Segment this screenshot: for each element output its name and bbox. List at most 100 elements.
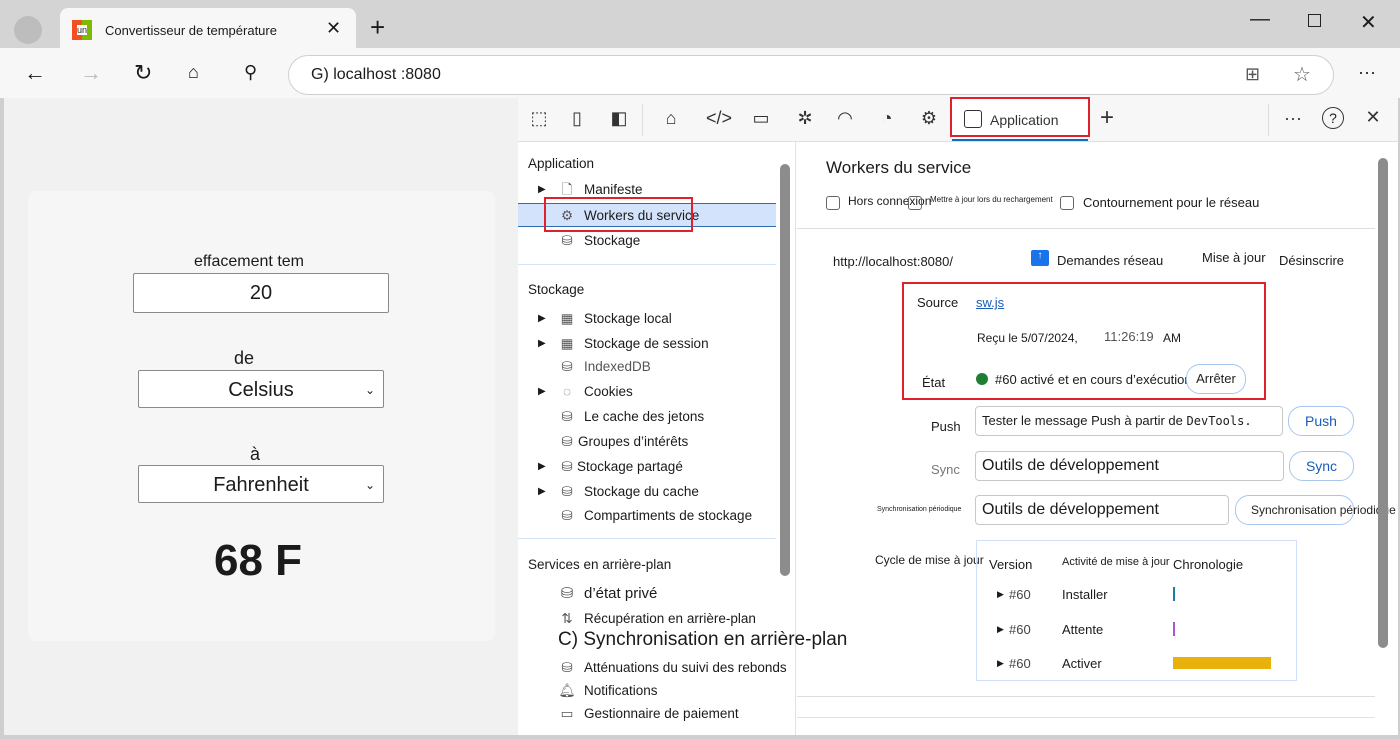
from-label: de xyxy=(234,348,255,368)
expand-icon[interactable]: ▶ xyxy=(538,307,546,331)
expand-icon[interactable]: ▶ xyxy=(538,380,546,404)
sidebar-heading-application: Application xyxy=(528,156,595,171)
favorite-star-icon[interactable]: ☆ xyxy=(1293,62,1311,87)
highlight-box xyxy=(950,97,1090,137)
from-value: Celsius xyxy=(228,379,294,401)
more-options-icon[interactable]: ··· xyxy=(1278,108,1308,129)
home-icon[interactable]: ⌂ xyxy=(188,62,199,83)
sync-button[interactable]: Sync xyxy=(1289,451,1354,481)
sources-bug-icon[interactable]: ✲ xyxy=(790,108,820,129)
search-icon[interactable]: ⚲ xyxy=(244,62,257,83)
split-screen-icon[interactable]: ⊞ xyxy=(1245,64,1260,85)
sidebar-heading-storage: Stockage xyxy=(528,282,585,297)
sidebar-item-private-state[interactable]: ⛁ d’état privé xyxy=(518,582,776,606)
expand-icon[interactable]: ▶ xyxy=(997,658,1004,669)
origin-url: http://localhost:8080/ xyxy=(833,254,953,269)
favicon: un xyxy=(72,20,92,40)
sidebar-scrollbar[interactable] xyxy=(780,164,790,576)
console-icon[interactable]: ▭ xyxy=(746,108,776,129)
table-row[interactable]: ▶ #60 Installer xyxy=(977,587,1296,609)
database-icon: ⛁ xyxy=(561,409,573,424)
col-timeline: Chronologie xyxy=(1173,557,1244,572)
row-version: #60 xyxy=(1009,587,1031,602)
bypass-network-checkbox[interactable] xyxy=(1060,196,1074,210)
elements-icon[interactable]: </> xyxy=(704,108,734,129)
sidebar-item-cookies[interactable]: ▶ ◌ Cookies xyxy=(518,380,776,404)
close-window-icon[interactable]: ✕ xyxy=(1360,10,1377,35)
welcome-home-icon[interactable]: ⌂ xyxy=(656,108,686,129)
close-tab-icon[interactable]: ✕ xyxy=(326,18,341,39)
close-devtools-icon[interactable]: ✕ xyxy=(1358,107,1388,128)
sidebar-item-notifications[interactable]: 🔔︎ Notifications xyxy=(518,679,776,703)
minimize-icon[interactable]: — xyxy=(1250,8,1270,31)
sidebar-item-label: Le cache des jetons xyxy=(584,409,705,424)
more-menu-icon[interactable]: ··· xyxy=(1358,62,1376,83)
sidebar-item-session-storage[interactable]: ▶ ▦ Stockage de session xyxy=(518,332,776,356)
sidebar-item-token-cache[interactable]: ⛁ Le cache des jetons xyxy=(518,405,776,429)
forward-icon[interactable]: → xyxy=(80,60,102,86)
received-time: 11:26:19 xyxy=(1104,329,1154,344)
sidebar-item-label: Stockage local xyxy=(584,311,672,326)
memory-chip-icon[interactable]: ⚙ xyxy=(914,108,944,129)
divider xyxy=(1268,104,1269,136)
database-icon: ⛁ xyxy=(561,359,573,374)
expand-icon[interactable]: ▶ xyxy=(538,480,546,504)
sidebar-item-indexeddb[interactable]: ⛁ IndexedDB xyxy=(518,355,776,379)
periodic-sync-input[interactable]: Outils de développement xyxy=(975,495,1229,525)
temperature-input[interactable]: 20 xyxy=(133,273,389,313)
sidebar-item-payment-handler[interactable]: ▭ Gestionnaire de paiement xyxy=(518,702,776,726)
push-label: Push xyxy=(931,419,961,434)
stop-button[interactable]: Arrêter xyxy=(1186,364,1246,394)
periodic-sync-button[interactable]: Synchronisation périodique xyxy=(1235,495,1396,525)
timeline-bar xyxy=(1173,657,1271,669)
sidebar-item-cache-storage[interactable]: ▶ ⛁ Stockage du cache xyxy=(518,480,776,504)
pane-scrollbar[interactable] xyxy=(1378,158,1388,648)
row-version: #60 xyxy=(1009,656,1031,671)
add-tab-icon[interactable]: + xyxy=(1092,104,1122,132)
offline-checkbox[interactable] xyxy=(826,196,840,210)
unregister-link[interactable]: Désinscrire xyxy=(1279,253,1344,268)
maximize-icon[interactable] xyxy=(1308,14,1321,27)
push-button[interactable]: Push xyxy=(1288,406,1354,436)
address-bar[interactable]: G) localhost :8080 ⊞ ☆ xyxy=(288,55,1334,95)
expand-icon[interactable]: ▶ xyxy=(997,589,1004,600)
source-link[interactable]: sw.js xyxy=(976,295,1004,310)
device-emulation-icon[interactable]: ▯ xyxy=(562,108,592,129)
card-icon: ▭ xyxy=(560,706,574,721)
sidebar-item-storage[interactable]: ⛁ Stockage xyxy=(518,229,776,253)
back-icon[interactable]: ← xyxy=(24,60,46,86)
push-input[interactable]: Tester le message Push à partir de DevTo… xyxy=(975,406,1283,436)
sidebar-item-label: Stockage xyxy=(584,233,641,248)
profile-avatar[interactable] xyxy=(14,16,42,44)
help-icon[interactable]: ? xyxy=(1322,107,1344,129)
from-select[interactable]: Celsius ⌄ xyxy=(138,370,384,408)
sidebar-item-bounce-tracking[interactable]: ⛁ Atténuations du suivi des rebonds xyxy=(518,656,786,680)
refresh-icon[interactable]: ↻ xyxy=(134,60,152,86)
network-requests-link[interactable]: Demandes réseau xyxy=(1057,253,1163,268)
update-link[interactable]: Mise à jour xyxy=(1202,250,1266,265)
performance-icon[interactable]: ◔ xyxy=(872,108,902,129)
table-row[interactable]: ▶ #60 Attente xyxy=(977,622,1296,644)
expand-icon[interactable]: ▶ xyxy=(538,455,546,479)
update-on-reload-checkbox[interactable] xyxy=(908,196,922,210)
expand-icon[interactable]: ▶ xyxy=(997,624,1004,635)
dock-icon[interactable]: ◧ xyxy=(604,108,634,129)
sidebar-item-shared-storage[interactable]: ▶ ⛁ Stockage partagé xyxy=(518,455,776,479)
sync-input[interactable]: Outils de développement xyxy=(975,451,1284,481)
new-tab-icon[interactable]: + xyxy=(370,12,385,43)
result-value: 68 F xyxy=(214,536,303,585)
browser-tab[interactable]: un Convertisseur de température ✕ xyxy=(60,8,356,50)
sidebar-item-label: IndexedDB xyxy=(584,359,651,374)
sidebar-item-storage-buckets[interactable]: ⛁ Compartiments de stockage xyxy=(518,504,776,528)
network-requests-icon[interactable]: ↑ xyxy=(1031,250,1049,266)
table-row[interactable]: ▶ #60 Activer xyxy=(977,656,1296,678)
sidebar-item-local-storage[interactable]: ▶ ▦ Stockage local xyxy=(518,307,776,331)
devtools-toolbar: ⬚ ▯ ◧ ⌂ </> ▭ ✲ ◠ ◔ ⚙ Application + ··· … xyxy=(518,97,1398,142)
to-select[interactable]: Fahrenheit ⌄ xyxy=(138,465,384,503)
expand-icon[interactable]: ▶ xyxy=(538,332,546,356)
status-dot-icon xyxy=(976,373,988,385)
bell-icon: 🔔︎ xyxy=(558,683,576,698)
network-wifi-icon[interactable]: ◠ xyxy=(830,108,860,129)
inspect-icon[interactable]: ⬚ xyxy=(524,108,554,129)
sidebar-item-interest-groups[interactable]: ⛁ Groupes d’intérêts xyxy=(518,430,776,454)
